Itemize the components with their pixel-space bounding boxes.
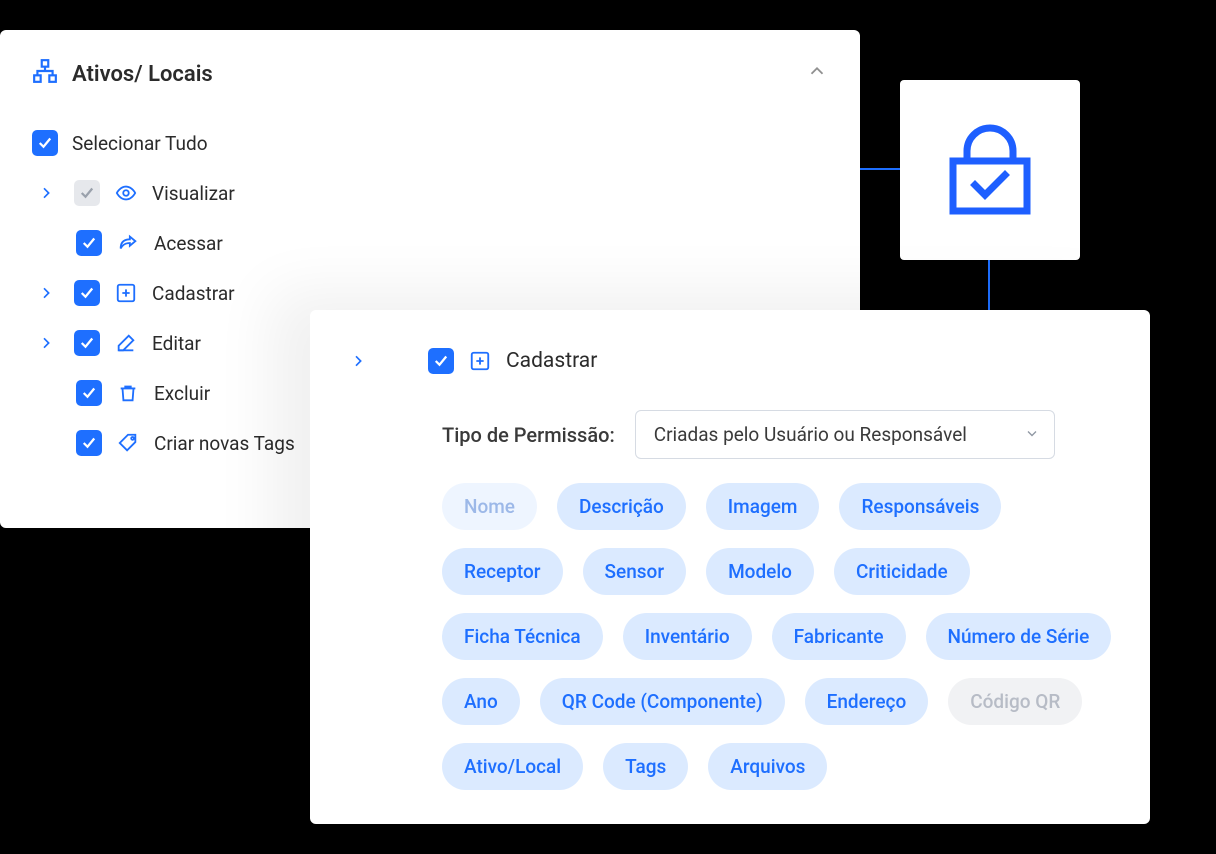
section-header[interactable]: Ativos/ Locais	[32, 58, 828, 90]
field-chip[interactable]: Endereço	[805, 678, 929, 725]
checkbox-detail-cadastrar[interactable]	[428, 348, 454, 374]
field-chip[interactable]: Número de Série	[926, 613, 1112, 660]
field-chip[interactable]: Código QR	[948, 678, 1082, 725]
chevron-up-icon	[806, 60, 828, 88]
permission-type-row: Tipo de Permissão: Criadas pelo Usuário …	[442, 410, 1116, 459]
tree-row-select-all[interactable]: Selecionar Tudo	[32, 118, 828, 168]
field-chip[interactable]: Ano	[442, 678, 520, 725]
chevron-right-icon[interactable]	[344, 353, 372, 369]
permission-type-value: Criadas pelo Usuário ou Responsável	[654, 423, 967, 446]
permission-detail-card: Cadastrar Tipo de Permissão: Criadas pel…	[310, 310, 1150, 824]
select-all-label: Selecionar Tudo	[72, 132, 208, 155]
chevron-right-icon[interactable]	[32, 335, 60, 351]
tree-row-acessar[interactable]: Acessar	[32, 218, 828, 268]
lock-check-icon	[935, 113, 1045, 227]
checkbox-criar-tags[interactable]	[76, 430, 102, 456]
plus-square-icon	[468, 350, 492, 372]
tree-item-label: Excluir	[154, 382, 210, 405]
tag-icon	[116, 432, 140, 454]
share-forward-icon	[116, 232, 140, 254]
checkbox-excluir[interactable]	[76, 380, 102, 406]
tree-item-label: Editar	[152, 332, 201, 355]
trash-icon	[116, 382, 140, 404]
tree-item-label: Cadastrar	[152, 282, 235, 305]
tree-item-label: Acessar	[154, 232, 223, 255]
field-chip[interactable]: Descrição	[557, 483, 686, 530]
field-chip[interactable]: Modelo	[706, 548, 814, 595]
checkbox-acessar[interactable]	[76, 230, 102, 256]
permission-type-select[interactable]: Criadas pelo Usuário ou Responsável	[635, 410, 1055, 459]
tree-item-label: Visualizar	[152, 182, 235, 205]
field-chip[interactable]: Ativo/Local	[442, 743, 583, 790]
permission-type-label: Tipo de Permissão:	[442, 423, 615, 447]
field-chip[interactable]: Imagem	[706, 483, 820, 530]
section-title: Ativos/ Locais	[72, 62, 213, 87]
checkbox-editar[interactable]	[74, 330, 100, 356]
tree-item-label: Criar novas Tags	[154, 432, 295, 455]
chevron-down-icon	[1024, 423, 1040, 446]
checkbox-cadastrar[interactable]	[74, 280, 100, 306]
chevron-right-icon[interactable]	[32, 185, 60, 201]
field-chip[interactable]: Responsáveis	[839, 483, 1001, 530]
sitemap-icon	[32, 58, 58, 90]
field-chip[interactable]: Inventário	[623, 613, 752, 660]
checkbox-visualizar[interactable]	[74, 180, 100, 206]
field-chip[interactable]: QR Code (Componente)	[540, 678, 785, 725]
field-chip[interactable]: Criticidade	[834, 548, 970, 595]
checkbox-select-all[interactable]	[32, 130, 58, 156]
field-chip[interactable]: Arquivos	[708, 743, 827, 790]
plus-square-icon	[114, 282, 138, 304]
chevron-right-icon[interactable]	[32, 285, 60, 301]
edit-icon	[114, 332, 138, 354]
field-chip[interactable]: Ficha Técnica	[442, 613, 603, 660]
detail-header-row[interactable]: Cadastrar	[344, 336, 1116, 386]
eye-icon	[114, 182, 138, 204]
field-chip[interactable]: Fabricante	[772, 613, 906, 660]
field-chip[interactable]: Sensor	[583, 548, 687, 595]
lock-tile	[900, 80, 1080, 260]
field-chip[interactable]: Nome	[442, 483, 537, 530]
permission-chips: Nome Descrição Imagem Responsáveis Receptor S…	[442, 483, 1116, 790]
field-chip[interactable]: Receptor	[442, 548, 563, 595]
field-chip[interactable]: Tags	[603, 743, 688, 790]
detail-node-title: Cadastrar	[506, 349, 597, 373]
tree-row-visualizar[interactable]: Visualizar	[32, 168, 828, 218]
